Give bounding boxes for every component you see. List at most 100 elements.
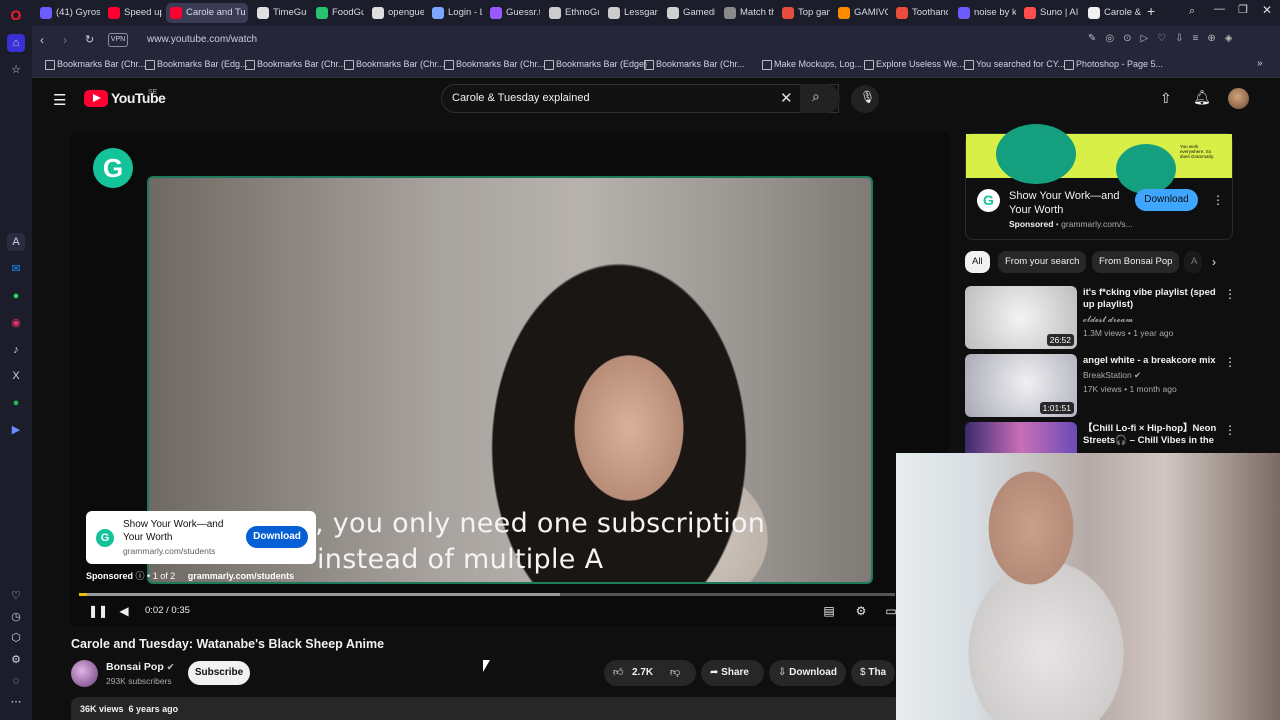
pause-icon[interactable]: ❚❚ — [88, 604, 108, 618]
ad-title[interactable]: Show Your Work—and Your Worth — [123, 518, 243, 544]
bookmark-item[interactable]: Bookmarks Bar (Edge) — [544, 59, 647, 70]
share-button[interactable]: ➦ Share — [701, 660, 764, 686]
dislike-icon[interactable]: 👎︎ — [670, 660, 680, 686]
vpn-badge[interactable]: VPN — [108, 33, 128, 47]
opera-logo-icon[interactable]: O — [7, 6, 25, 24]
chip-from-your-search[interactable]: From your search — [998, 251, 1087, 273]
tab-9[interactable]: EthnoGues — [545, 3, 599, 23]
bookmark-item[interactable]: Bookmarks Bar (Chr... — [45, 59, 146, 70]
tab-7[interactable]: Login - Lo — [428, 3, 482, 23]
subtitles-icon[interactable]: ▤ — [822, 604, 836, 618]
player-icon[interactable]: ▶ — [7, 421, 25, 439]
extensions-icon[interactable]: ⬡ — [7, 629, 25, 647]
instagram-icon[interactable]: ◉ — [7, 314, 25, 332]
bookmark-item[interactable]: Bookmarks Bar (Edg... — [145, 59, 248, 70]
settings-icon[interactable]: ⚙ — [7, 651, 25, 669]
tab-10[interactable]: Lessgames — [604, 3, 658, 23]
description-box[interactable]: 36K views 6 years ago — [71, 697, 901, 720]
related-video-channel[interactable]: BreakStation ✔ — [1083, 370, 1141, 381]
chevron-right-icon[interactable]: › — [1212, 255, 1216, 269]
reload-icon[interactable]: ↻ — [85, 33, 94, 46]
related-video-title[interactable]: angel white - a breakcore mix — [1083, 355, 1223, 367]
tab-15[interactable]: Toothand — [892, 3, 948, 23]
download-button[interactable]: ⇩ Download — [769, 660, 846, 686]
volume-icon[interactable]: ◀ — [117, 604, 131, 618]
heart-icon[interactable]: ♡ — [7, 587, 25, 605]
tab-6[interactable]: opengues — [368, 3, 424, 23]
search-button[interactable] — [800, 84, 840, 113]
video-thumbnail[interactable]: 26:52 — [965, 286, 1077, 349]
bookmark-item[interactable]: Bookmarks Bar (Chr... — [644, 59, 745, 70]
chip-all[interactable]: All — [965, 251, 990, 273]
tab-14[interactable]: GAMIVO | — [834, 3, 888, 23]
tab-5[interactable]: FoodGues — [312, 3, 364, 23]
notifications-icon[interactable]: 🔔︎ — [1193, 89, 1211, 106]
like-icon[interactable]: 👍︎ — [613, 660, 623, 686]
more-options-icon[interactable]: ⋮ — [1224, 355, 1236, 369]
spotify-icon[interactable]: ● — [7, 394, 25, 412]
youtube-logo-icon[interactable] — [84, 90, 108, 107]
close-window-icon[interactable]: ✕ — [1262, 3, 1272, 17]
chip-from-bonsai-pop[interactable]: From Bonsai Pop — [1092, 251, 1180, 273]
bookmark-item[interactable]: Bookmarks Bar (Chr... — [344, 59, 445, 70]
tab-18[interactable]: Carole & T — [1084, 3, 1142, 23]
whatsapp-icon[interactable]: ● — [7, 287, 25, 305]
chip-more[interactable]: A — [1184, 251, 1202, 273]
thanks-button[interactable]: $ Tha — [851, 660, 895, 686]
video-thumbnail[interactable]: 1:01:51 — [965, 354, 1077, 417]
tab-2[interactable]: Speed up — [104, 3, 162, 23]
bookmark-item[interactable]: Bookmarks Bar (Chr... — [245, 59, 346, 70]
tab-17[interactable]: Suno | AI M — [1020, 3, 1080, 23]
home-icon[interactable]: ⌂ — [7, 34, 25, 52]
bookmark-item[interactable]: Make Mockups, Log... — [762, 59, 862, 70]
search-tabs-icon[interactable]: ⌕ — [1189, 5, 1195, 18]
channel-name[interactable]: Bonsai Pop ✔ — [106, 661, 174, 673]
bookmark-item[interactable]: Explore Useless We... — [864, 59, 964, 70]
related-video-title[interactable]: it's f*cking vibe playlist (sped up play… — [1083, 287, 1223, 311]
tab-4[interactable]: TimeGues — [253, 3, 307, 23]
bookmark-item[interactable]: Bookmarks Bar (Chr... — [444, 59, 545, 70]
bookmark-item[interactable]: You searched for CY... — [964, 59, 1065, 70]
upload-icon[interactable]: ⇧ — [1160, 90, 1172, 107]
account-avatar[interactable] — [1228, 88, 1249, 109]
ad-download-button[interactable]: Download — [246, 526, 308, 548]
info-icon[interactable]: ⓘ • — [136, 571, 153, 581]
x-icon[interactable]: X — [7, 367, 25, 385]
new-tab-button[interactable]: + — [1147, 4, 1161, 18]
tab-1[interactable]: (41) Gyros — [36, 3, 100, 23]
messenger-icon[interactable]: ✉ — [7, 260, 25, 278]
channel-avatar[interactable] — [71, 660, 98, 687]
sidebar-ad-download-button[interactable]: Download — [1135, 189, 1198, 211]
url-field[interactable]: www.youtube.com/watch — [147, 31, 1207, 49]
like-count[interactable]: 2.7K — [632, 660, 653, 686]
bookmark-item[interactable]: Photoshop - Page 5... — [1064, 59, 1163, 70]
more-icon[interactable]: ⋯ — [7, 693, 25, 711]
history-icon[interactable]: ◷ — [7, 608, 25, 626]
tiktok-icon[interactable]: ♪ — [7, 341, 25, 359]
search-input[interactable]: Carole & Tuesday explained — [452, 92, 590, 104]
sidebar-ad-title[interactable]: Show Your Work—and Your Worth — [1009, 189, 1127, 217]
tab-8[interactable]: Guessr.tv — [486, 3, 540, 23]
aria-icon[interactable]: A — [7, 233, 25, 251]
bookmarks-overflow-icon[interactable]: » — [1257, 58, 1263, 69]
clear-search-icon[interactable]: ✕ — [780, 89, 793, 107]
related-video-channel[interactable]: 𝓸𝓵𝓭𝓮𝓼𝓽 𝓭𝓻𝓮𝓪𝓶 — [1083, 314, 1133, 325]
tab-12[interactable]: Match the — [720, 3, 774, 23]
tab-11[interactable]: Gamedle — [663, 3, 715, 23]
tab-13[interactable]: Top game — [778, 3, 830, 23]
ad-url[interactable]: grammarly.com/students — [188, 571, 294, 581]
tab-3[interactable]: Carole and Tu — [166, 3, 248, 23]
forward-icon[interactable]: › — [63, 33, 67, 47]
pin-icon[interactable]: ☆ — [7, 61, 25, 79]
more-options-icon[interactable]: ⋮ — [1224, 423, 1236, 437]
lightbulb-icon[interactable]: ◌ — [7, 672, 25, 690]
minimize-icon[interactable]: — — [1214, 3, 1225, 15]
more-options-icon[interactable]: ⋮ — [1212, 193, 1224, 207]
maximize-icon[interactable]: ❐ — [1238, 3, 1248, 16]
menu-icon[interactable]: ☰ — [53, 91, 66, 109]
sidebar-ad-banner[interactable]: You work everywhere. So does Grammarly. — [966, 124, 1232, 194]
more-options-icon[interactable]: ⋮ — [1224, 287, 1236, 301]
settings-gear-icon[interactable]: ⚙ — [854, 604, 868, 618]
subscribe-button[interactable]: Subscribe — [188, 661, 250, 685]
back-icon[interactable]: ‹ — [40, 33, 44, 47]
